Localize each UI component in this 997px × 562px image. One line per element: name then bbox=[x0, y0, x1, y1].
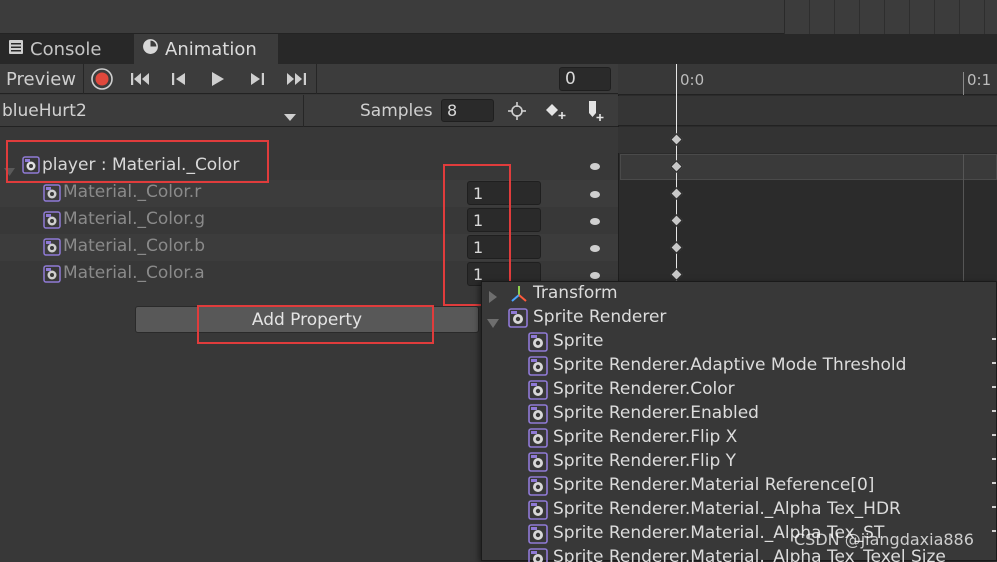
clip-bar: blueHurt2 Samples 8 bbox=[0, 95, 618, 127]
popup-item-label: Sprite Renderer bbox=[533, 307, 667, 327]
play-button[interactable] bbox=[201, 65, 235, 93]
add-keyframe-button[interactable] bbox=[539, 97, 573, 125]
previous-keyframe-button[interactable] bbox=[162, 65, 196, 93]
divider bbox=[303, 95, 304, 127]
popup-item[interactable]: Sprite Renderer.Flip Y bbox=[482, 450, 997, 474]
step-back-icon bbox=[172, 73, 185, 85]
popup-item-label: Sprite Renderer.Color bbox=[553, 379, 735, 399]
tab-console[interactable]: Console bbox=[0, 34, 128, 64]
top-grid-area bbox=[784, 0, 997, 34]
step-forward-icon bbox=[251, 73, 264, 85]
tab-animation[interactable]: Animation bbox=[134, 34, 278, 64]
watermark-text: CSDN @jiangdaxia886 bbox=[794, 530, 974, 549]
record-icon bbox=[91, 68, 113, 90]
dropdown-arrow-icon bbox=[284, 107, 296, 127]
next-keyframe-button[interactable] bbox=[240, 65, 274, 93]
property-label: Material._Color.a bbox=[63, 263, 205, 283]
popup-item[interactable]: Sprite Renderer.Adaptive Mode Threshold bbox=[482, 354, 997, 378]
frame-field[interactable]: 0 bbox=[559, 67, 611, 91]
add-keyframe-icon bbox=[546, 104, 566, 119]
popup-item-label: Sprite Renderer.Enabled bbox=[553, 403, 759, 423]
property-key-dot[interactable] bbox=[590, 245, 600, 252]
clip-dropdown[interactable]: blueHurt2 bbox=[0, 95, 302, 127]
editor-top-strip bbox=[0, 0, 997, 34]
clip-name: blueHurt2 bbox=[2, 101, 87, 121]
ruler-label-1: 0:1 bbox=[967, 71, 992, 89]
property-label: Material._Color.r bbox=[63, 182, 202, 202]
crosshair-icon bbox=[508, 102, 526, 120]
popup-item-label: Sprite Renderer.Flip Y bbox=[553, 451, 737, 471]
material-property-icon bbox=[43, 265, 61, 288]
skip-to-end-icon bbox=[287, 73, 306, 85]
samples-label: Samples bbox=[360, 101, 433, 121]
tab-console-label: Console bbox=[30, 38, 102, 60]
group-key-dot[interactable] bbox=[590, 163, 600, 170]
property-row-b[interactable]: Material._Color.b 1 bbox=[0, 234, 618, 261]
popup-item[interactable]: Sprite Renderer.Flip X bbox=[482, 426, 997, 450]
material-property-icon bbox=[43, 184, 61, 207]
property-key-dot[interactable] bbox=[590, 191, 600, 198]
popup-item-label: Sprite Renderer.Flip X bbox=[553, 427, 738, 447]
divider bbox=[83, 64, 84, 94]
popup-item[interactable]: Sprite Renderer.Enabled bbox=[482, 402, 997, 426]
foldout-collapsed-icon[interactable] bbox=[488, 288, 498, 308]
sprite-renderer-icon bbox=[528, 548, 548, 562]
property-label: Material._Color.g bbox=[63, 209, 205, 229]
ruler-label-0: 0:0 bbox=[680, 71, 705, 89]
popup-item[interactable]: Sprite Renderer.Color bbox=[482, 378, 997, 402]
event-lane[interactable] bbox=[618, 96, 997, 126]
popup-item[interactable]: Sprite bbox=[482, 330, 997, 354]
add-event-button[interactable] bbox=[578, 97, 612, 125]
property-row-g[interactable]: Material._Color.g 1 bbox=[0, 207, 618, 234]
property-key-dot[interactable] bbox=[590, 272, 600, 279]
skip-to-start-icon bbox=[131, 73, 149, 85]
property-label: Material._Color.b bbox=[63, 236, 205, 256]
add-event-icon bbox=[589, 101, 604, 121]
popup-item-label: Transform bbox=[533, 283, 618, 303]
console-icon bbox=[8, 39, 24, 60]
property-key-dot[interactable] bbox=[590, 218, 600, 225]
property-row-r[interactable]: Material._Color.r 1 bbox=[0, 180, 618, 207]
popup-add-markers bbox=[992, 338, 996, 538]
samples-field[interactable]: 8 bbox=[441, 99, 494, 122]
preview-button[interactable]: Preview bbox=[0, 65, 82, 93]
annotation-box-add-property bbox=[197, 305, 434, 344]
ruler-tick-1 bbox=[963, 72, 964, 95]
add-property-popup[interactable]: Transform Sprite Renderer Sprite Sprite … bbox=[481, 281, 997, 562]
popup-item-label: Sprite bbox=[553, 331, 604, 351]
popup-item-sprite-renderer[interactable]: Sprite Renderer bbox=[482, 306, 997, 330]
material-property-icon bbox=[43, 238, 61, 261]
popup-item[interactable]: Sprite Renderer.Material._Alpha Tex_HDR bbox=[482, 498, 997, 522]
timeline-ruler[interactable]: 0:0 0:1 bbox=[618, 64, 997, 95]
window-tab-bar: Console Animation bbox=[0, 34, 997, 64]
material-property-icon bbox=[43, 211, 61, 234]
popup-item-label: Sprite Renderer.Material._Alpha Tex_HDR bbox=[553, 499, 901, 519]
first-keyframe-button[interactable] bbox=[124, 65, 158, 93]
animation-clock-icon bbox=[142, 38, 159, 60]
play-icon bbox=[212, 72, 224, 86]
last-keyframe-button[interactable] bbox=[279, 65, 313, 93]
end-marker-line bbox=[963, 154, 964, 284]
popup-item[interactable]: Sprite Renderer.Material Reference[0] bbox=[482, 474, 997, 498]
keyframe-target-button[interactable] bbox=[500, 97, 534, 125]
popup-item-label: Sprite Renderer.Material Reference[0] bbox=[553, 475, 875, 495]
popup-item-label: Sprite Renderer.Material._Alpha Tex_Texe… bbox=[553, 547, 946, 562]
popup-item-transform[interactable]: Transform bbox=[482, 282, 997, 306]
record-button[interactable] bbox=[86, 65, 118, 93]
tab-animation-label: Animation bbox=[165, 38, 257, 60]
annotation-box-group bbox=[6, 140, 269, 183]
popup-item-label: Sprite Renderer.Adaptive Mode Threshold bbox=[553, 355, 907, 375]
animation-toolbar: Preview 0 bbox=[0, 64, 618, 94]
divider bbox=[316, 64, 317, 94]
